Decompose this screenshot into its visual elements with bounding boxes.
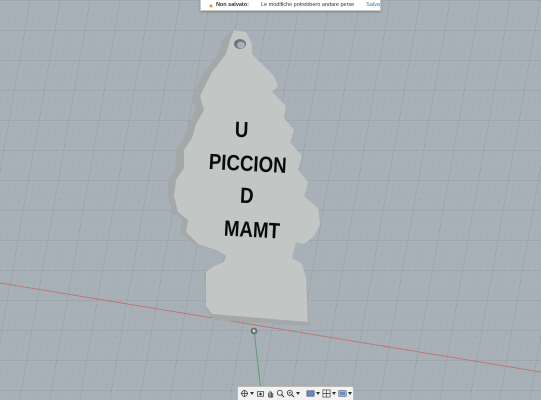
- model-text-line-3: D: [239, 184, 254, 208]
- look-at-icon[interactable]: [256, 389, 265, 399]
- notification-title: Non salvato:: [215, 2, 249, 8]
- pan-icon[interactable]: [266, 389, 275, 399]
- unsaved-notification: Non salvato: Le modifiche potrebbero and…: [200, 0, 381, 11]
- warning-icon: [209, 3, 213, 7]
- origin-marker: [250, 327, 258, 335]
- zoom-icon[interactable]: [276, 389, 285, 399]
- hang-hole-inner: [237, 41, 245, 49]
- model-text-line-1: U: [234, 118, 248, 142]
- grid-icon[interactable]: [322, 389, 331, 399]
- chevron-down-icon[interactable]: [250, 389, 254, 399]
- model-text-line-2: PICCION: [208, 151, 287, 179]
- chevron-down-icon[interactable]: [332, 389, 336, 399]
- orbit-icon[interactable]: [240, 389, 249, 399]
- viewports-icon[interactable]: [338, 389, 347, 399]
- model-text-line-4: MAMT: [223, 217, 281, 244]
- chevron-down-icon[interactable]: [348, 389, 352, 399]
- fit-icon[interactable]: [286, 389, 295, 399]
- 3d-viewport[interactable]: U PICCION D MAMT: [0, 0, 541, 400]
- notification-message: Le modifiche potrebbero andare perse: [260, 2, 355, 8]
- display-mode-icon[interactable]: [306, 389, 315, 399]
- navigation-toolbar: [237, 386, 354, 400]
- chevron-down-icon[interactable]: [296, 389, 300, 399]
- chevron-down-icon[interactable]: [316, 389, 320, 399]
- save-link[interactable]: Salva: [366, 2, 380, 8]
